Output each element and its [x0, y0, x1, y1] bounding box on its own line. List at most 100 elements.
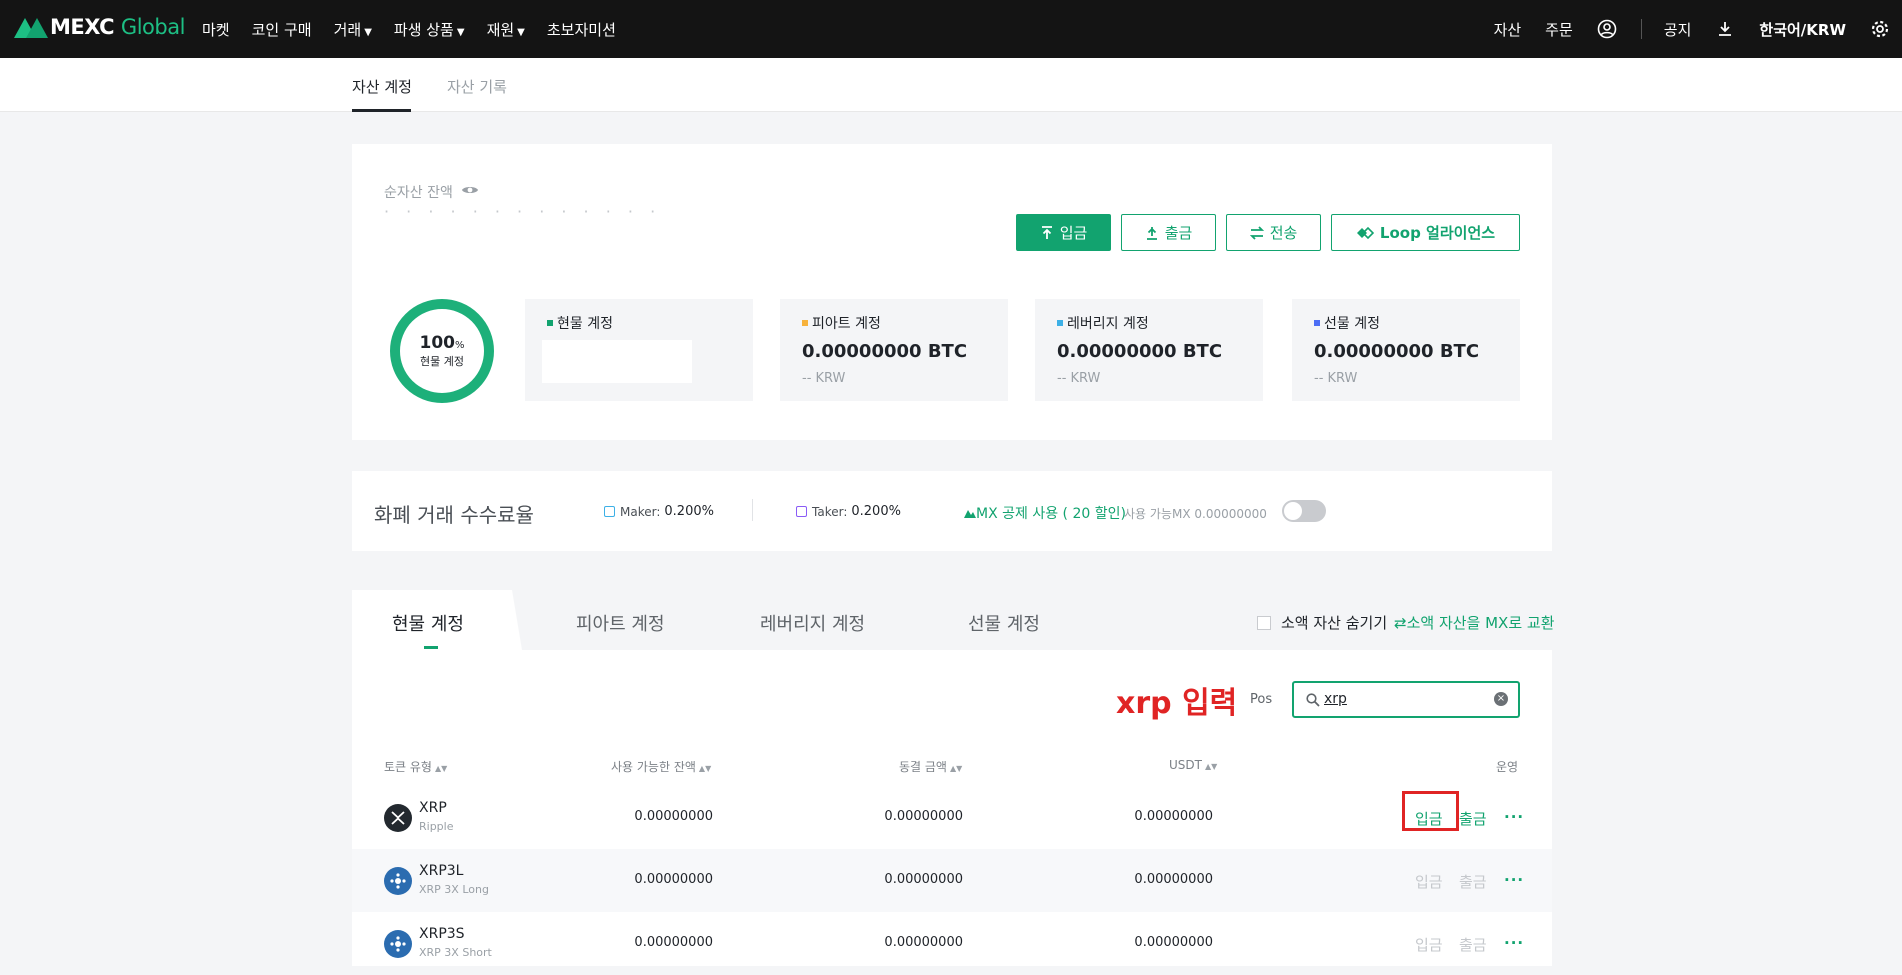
- row-withdraw-link[interactable]: 출금: [1459, 871, 1487, 892]
- spot-account-box[interactable]: 현물 계정: [525, 299, 753, 401]
- convert-small-assets-link[interactable]: ⇄소액 자산을 MX로 교환: [1394, 612, 1555, 633]
- coin-symbol: XRP3S: [419, 926, 465, 942]
- account-title: 선물 계정: [1314, 313, 1380, 333]
- transfer-button[interactable]: 전송: [1226, 214, 1321, 251]
- more-icon[interactable]: ···: [1504, 934, 1524, 952]
- tab-spot-account[interactable]: 현물 계정: [392, 610, 464, 636]
- chevron-down-icon: ▼: [456, 26, 465, 38]
- eye-icon[interactable]: [461, 184, 479, 200]
- pos-label: Pos: [1250, 692, 1273, 707]
- nav-finance[interactable]: 재원 ▼: [487, 19, 525, 40]
- color-marker: [1314, 320, 1320, 326]
- active-tab-indicator: [352, 109, 411, 112]
- donut-label: 현물 계정: [420, 355, 464, 368]
- hide-small-assets-checkbox[interactable]: 소액 자산 숨기기: [1257, 612, 1387, 633]
- sort-icon: ▲▼: [698, 764, 712, 773]
- donut-percent: 100%: [419, 333, 465, 353]
- sort-icon: ▲▼: [434, 764, 448, 773]
- color-marker: [547, 320, 553, 326]
- coin-name: XRP 3X Long: [419, 883, 489, 896]
- taker-fee: Taker: 0.200%: [796, 504, 901, 519]
- nav-trade[interactable]: 거래 ▼: [334, 19, 372, 40]
- nav-derivatives[interactable]: 파생 상품 ▼: [394, 19, 465, 40]
- nav-notice[interactable]: 공지: [1664, 19, 1692, 40]
- nav-buy-crypto[interactable]: 코인 구매: [252, 19, 312, 40]
- row-deposit-link[interactable]: 입금: [1415, 808, 1443, 829]
- tab-asset-history[interactable]: 자산 기록: [447, 76, 507, 97]
- redacted-value: [542, 340, 692, 383]
- mx-discount-label: MX 공제 사용 ( 20 할인): [964, 503, 1126, 523]
- available-balance: 0.00000000: [634, 872, 713, 887]
- row-withdraw-link[interactable]: 출금: [1459, 934, 1487, 955]
- frozen-amount: 0.00000000: [884, 872, 963, 887]
- account-krw-value: -- KRW: [802, 371, 846, 386]
- withdraw-button[interactable]: 출금: [1121, 214, 1216, 251]
- tab-margin-account[interactable]: 레버리지 계정: [760, 610, 865, 636]
- account-title: 레버리지 계정: [1057, 313, 1149, 333]
- balance-actions: 입금 출금 전송 Loop 얼라이언스: [1006, 214, 1520, 251]
- withdraw-icon: [1146, 226, 1157, 240]
- nav-market[interactable]: 마켓: [202, 19, 230, 40]
- header-token-type[interactable]: 토큰 유형 ▲▼: [384, 758, 447, 775]
- maker-fee: Maker: 0.200%: [604, 504, 714, 519]
- more-icon[interactable]: ···: [1504, 871, 1524, 889]
- main-nav: 마켓 코인 구매 거래 ▼ 파생 상품 ▼ 재원 ▼ 초보자미션: [202, 0, 638, 58]
- account-btc-value: 0.00000000 BTC: [802, 341, 968, 362]
- active-tab-indicator: [424, 646, 438, 649]
- header-operations: 운영: [1496, 760, 1519, 774]
- nav-beginner-mission[interactable]: 초보자미션: [547, 19, 616, 40]
- tab-fiat-account[interactable]: 피아트 계정: [576, 610, 665, 636]
- xrp-annotation: xrp 입력: [1116, 686, 1238, 721]
- mexc-logo[interactable]: MEXC Global: [14, 15, 185, 39]
- search-input[interactable]: xrp ×: [1292, 681, 1520, 718]
- mx-available-balance: 사용 가능MX 0.00000000: [1124, 507, 1267, 521]
- mx-discount-toggle[interactable]: [1282, 500, 1326, 522]
- search-value: xrp: [1324, 691, 1347, 707]
- tab-asset-account[interactable]: 자산 계정: [352, 76, 412, 97]
- nav-orders[interactable]: 주문: [1545, 19, 1573, 40]
- header-frozen[interactable]: 동결 금액 ▲▼: [899, 758, 962, 775]
- exchange-icon: ⇄: [1394, 614, 1407, 632]
- color-marker: [1057, 320, 1063, 326]
- usdt-value: 0.00000000: [1134, 872, 1213, 887]
- header-usdt[interactable]: USDT ▲▼: [1169, 758, 1217, 772]
- fiat-account-box[interactable]: 피아트 계정 0.00000000 BTC -- KRW: [780, 299, 1008, 401]
- right-nav: 자산 주문 공지 한국어/KRW: [1494, 0, 1902, 58]
- user-icon[interactable]: [1597, 19, 1617, 39]
- futures-account-box[interactable]: 선물 계정 0.00000000 BTC -- KRW: [1292, 299, 1520, 401]
- asset-table-card: xrp 입력 Pos xrp × 토큰 유형 ▲▼ 사용 가능한 잔액 ▲▼ 동결 …: [352, 650, 1552, 966]
- coin-symbol: XRP3L: [419, 863, 464, 879]
- logo-text: MEXC Global: [50, 15, 185, 39]
- coin-name: Ripple: [419, 820, 454, 833]
- account-title: 현물 계정: [547, 313, 613, 333]
- language-selector[interactable]: 한국어/KRW: [1759, 19, 1846, 40]
- loop-alliance-button[interactable]: Loop 얼라이언스: [1331, 214, 1520, 251]
- deposit-button[interactable]: 입금: [1016, 214, 1111, 251]
- account-btc-value: 0.00000000 BTC: [1314, 341, 1480, 362]
- table-row: XRP3L XRP 3X Long 0.00000000 0.00000000 …: [352, 849, 1552, 912]
- more-icon[interactable]: ···: [1504, 808, 1524, 826]
- margin-account-box[interactable]: 레버리지 계정 0.00000000 BTC -- KRW: [1035, 299, 1263, 401]
- gear-icon[interactable]: [1870, 19, 1890, 39]
- tab-futures-account[interactable]: 선물 계정: [968, 610, 1040, 636]
- sort-icon: ▲▼: [1204, 762, 1218, 771]
- row-deposit-link[interactable]: 입금: [1415, 871, 1443, 892]
- mexc-logo-icon: [14, 16, 48, 38]
- transfer-icon: [1249, 225, 1264, 240]
- frozen-amount: 0.00000000: [884, 809, 963, 824]
- download-icon[interactable]: [1715, 19, 1735, 39]
- nav-assets[interactable]: 자산: [1494, 19, 1522, 40]
- fee-rate-card: 화폐 거래 수수료율 Maker: 0.200% Taker: 0.200% MX …: [352, 471, 1552, 551]
- account-krw-value: -- KRW: [1057, 371, 1101, 386]
- row-withdraw-link[interactable]: 출금: [1459, 808, 1487, 829]
- clear-icon[interactable]: ×: [1494, 692, 1508, 706]
- maker-icon: [604, 506, 615, 517]
- color-marker: [802, 320, 808, 326]
- header-available[interactable]: 사용 가능한 잔액 ▲▼: [611, 758, 711, 775]
- row-deposit-link[interactable]: 입금: [1415, 934, 1443, 955]
- deposit-icon: [1041, 225, 1052, 239]
- checkbox[interactable]: [1257, 615, 1271, 630]
- search-icon: [1306, 692, 1320, 711]
- account-btc-value: 0.00000000 BTC: [1057, 341, 1223, 362]
- allocation-donut-chart: 100% 현물 계정: [390, 299, 494, 403]
